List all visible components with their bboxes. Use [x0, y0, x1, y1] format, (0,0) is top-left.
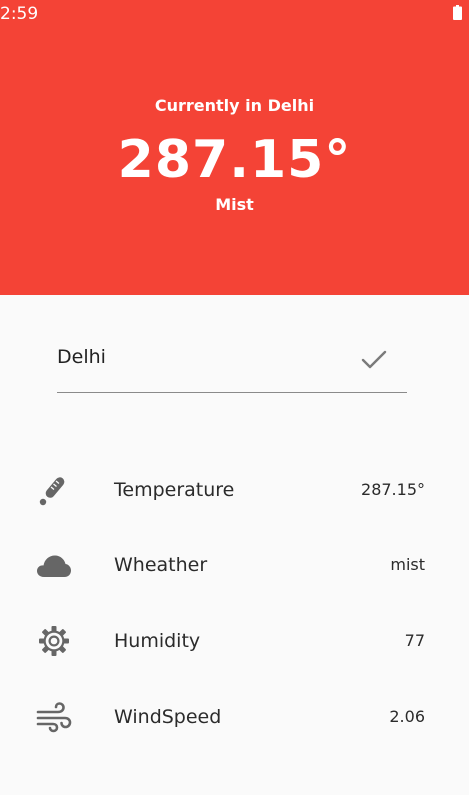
detail-value: 2.06: [389, 707, 425, 726]
thermometer-icon: [39, 477, 65, 506]
detail-value: 77: [404, 631, 425, 650]
status-time: 2:59: [0, 4, 39, 24]
detail-label: WindSpeed: [114, 706, 222, 728]
current-location-label: Currently in Delhi: [154, 96, 315, 115]
check-icon[interactable]: [361, 349, 387, 371]
city-input[interactable]: [57, 344, 347, 370]
detail-value: mist: [390, 555, 425, 574]
current-temperature: 287.15°: [117, 130, 352, 190]
detail-row-humidity: Humidity 77: [0, 621, 469, 661]
detail-row-weather: Wheather mist: [0, 545, 469, 585]
cloud-icon: [37, 555, 71, 577]
wind-icon: [36, 702, 72, 733]
detail-value: 287.15°: [361, 480, 425, 499]
battery-icon: [453, 5, 462, 20]
detail-row-temperature: Temperature 287.15°: [0, 470, 469, 510]
weather-header: 2:59 Currently in Delhi 287.15° Mist: [0, 0, 469, 295]
gear-icon: [39, 626, 69, 656]
city-search-field: [57, 340, 407, 393]
detail-label: Temperature: [114, 479, 235, 501]
detail-label: Wheather: [114, 554, 208, 576]
current-description: Mist: [215, 195, 254, 214]
detail-row-windspeed: WindSpeed 2.06: [0, 697, 469, 737]
detail-label: Humidity: [114, 630, 201, 652]
